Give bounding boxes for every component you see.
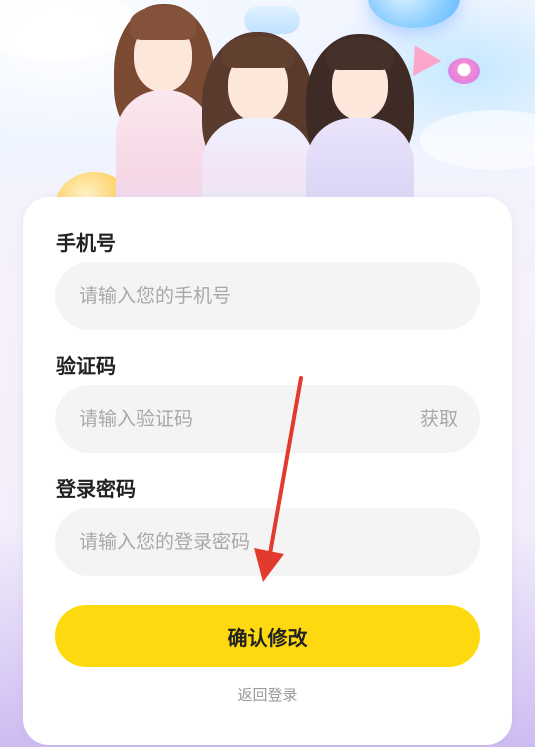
password-field	[55, 508, 480, 576]
phone-input[interactable]	[79, 262, 379, 330]
blue-orb-decoration	[368, 0, 460, 28]
phone-label: 手机号	[56, 231, 116, 255]
hero-banner	[0, 0, 535, 230]
password-label: 登录密码	[56, 477, 136, 501]
reset-password-card: 手机号 验证码 获取 登录密码 确认修改 返回登录	[23, 197, 512, 745]
confirm-change-button[interactable]: 确认修改	[55, 605, 480, 667]
password-input[interactable]	[79, 508, 379, 576]
code-label: 验证码	[56, 354, 116, 378]
phone-field	[55, 262, 480, 330]
code-input[interactable]	[79, 385, 379, 453]
donut-decoration	[448, 58, 480, 84]
get-code-button[interactable]: 获取	[420, 385, 458, 453]
cloud-decoration	[420, 110, 535, 170]
back-to-login-link[interactable]: 返回登录	[23, 684, 512, 705]
code-field: 获取	[55, 385, 480, 453]
